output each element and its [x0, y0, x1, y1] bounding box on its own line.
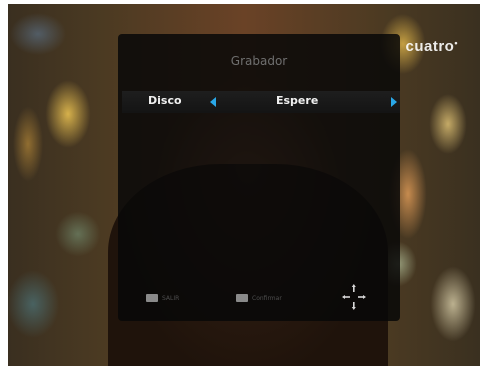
- arrow-left-icon[interactable]: [210, 97, 216, 107]
- dialog-title: Grabador: [230, 54, 288, 68]
- channel-logo: cuatro•: [406, 38, 459, 55]
- exit-key-icon: [146, 294, 158, 302]
- navigation-arrows-icon: [342, 284, 366, 310]
- arrow-right-icon[interactable]: [391, 97, 397, 107]
- option-value: Espere: [276, 94, 319, 107]
- recorder-dialog: Grabador Disco Espere SALIR Confirmar: [118, 34, 400, 321]
- dialog-footer: SALIR Confirmar: [118, 284, 400, 310]
- ok-key-icon: [236, 294, 248, 302]
- tv-screen: cuatro• Grabador Disco Espere SALIR Conf…: [8, 4, 480, 366]
- option-label: Disco: [148, 94, 182, 107]
- channel-logo-dot: •: [454, 38, 458, 48]
- option-row-disk[interactable]: Disco Espere: [122, 91, 400, 113]
- confirm-hint[interactable]: Confirmar: [236, 294, 282, 302]
- confirm-label: Confirmar: [252, 294, 282, 302]
- exit-hint[interactable]: SALIR: [146, 294, 179, 302]
- exit-label: SALIR: [162, 294, 180, 302]
- channel-logo-text: cuatro: [405, 38, 455, 55]
